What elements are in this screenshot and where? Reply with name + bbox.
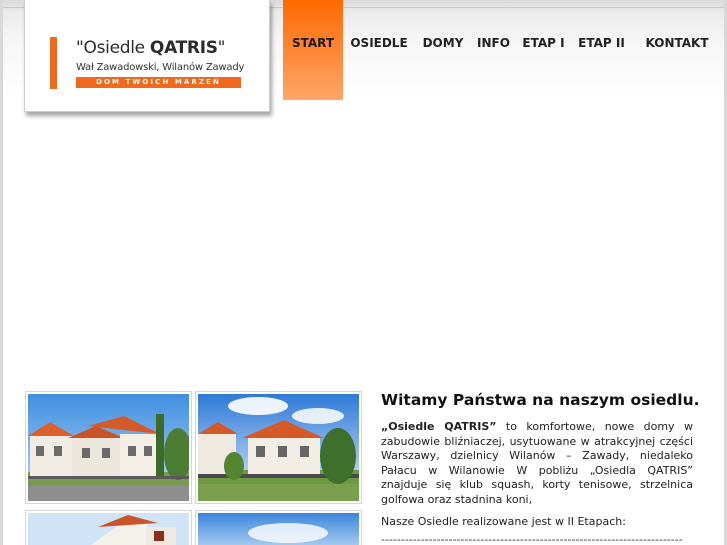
- stages-paragraph: Nasze Osiedle realizowane jest w II Etap…: [381, 515, 626, 528]
- house-photo-icon: [198, 513, 359, 545]
- gallery-photo-1[interactable]: [25, 391, 192, 504]
- logo-title-bold: QATRIS: [149, 38, 218, 58]
- logo-accent-bar: [50, 37, 57, 89]
- gallery-photo-2[interactable]: [195, 391, 362, 504]
- intro-bold: „Osiedle QATRIS”: [381, 420, 497, 433]
- logo-subtitle: Wał Zawadowski, Wilanów Zawady: [76, 62, 245, 73]
- welcome-heading: Witamy Państwa na naszym osiedlu.: [381, 391, 700, 409]
- house-photo-icon: [198, 394, 359, 501]
- main-nav: START OSIEDLE DOMY INFO ETAP I ETAP II K…: [283, 0, 722, 100]
- nav-etap-2[interactable]: ETAP II: [571, 0, 632, 100]
- nav-kontakt[interactable]: KONTAKT: [632, 0, 722, 100]
- nav-etap-1[interactable]: ETAP I: [516, 0, 571, 100]
- intro-paragraph: „Osiedle QATRIS” to komfortowe, nowe dom…: [381, 420, 693, 508]
- gallery-photo-3[interactable]: [25, 510, 192, 545]
- gallery-photo-4[interactable]: [195, 510, 362, 545]
- logo-slogan: DOM TWOICH MARZEŃ: [76, 77, 241, 88]
- logo-title-prefix: "Osiedle: [76, 38, 150, 58]
- nav-domy[interactable]: DOMY: [415, 0, 471, 100]
- house-photo-icon: [28, 394, 189, 501]
- house-photo-icon: [28, 513, 189, 545]
- nav-start[interactable]: START: [283, 0, 343, 100]
- nav-info[interactable]: INFO: [471, 0, 516, 100]
- separator-line: ----------------------------------------…: [381, 535, 683, 545]
- logo-title-suffix: ": [217, 38, 226, 58]
- nav-osiedle[interactable]: OSIEDLE: [343, 0, 415, 100]
- logo-title: "Osiedle QATRIS": [76, 38, 246, 58]
